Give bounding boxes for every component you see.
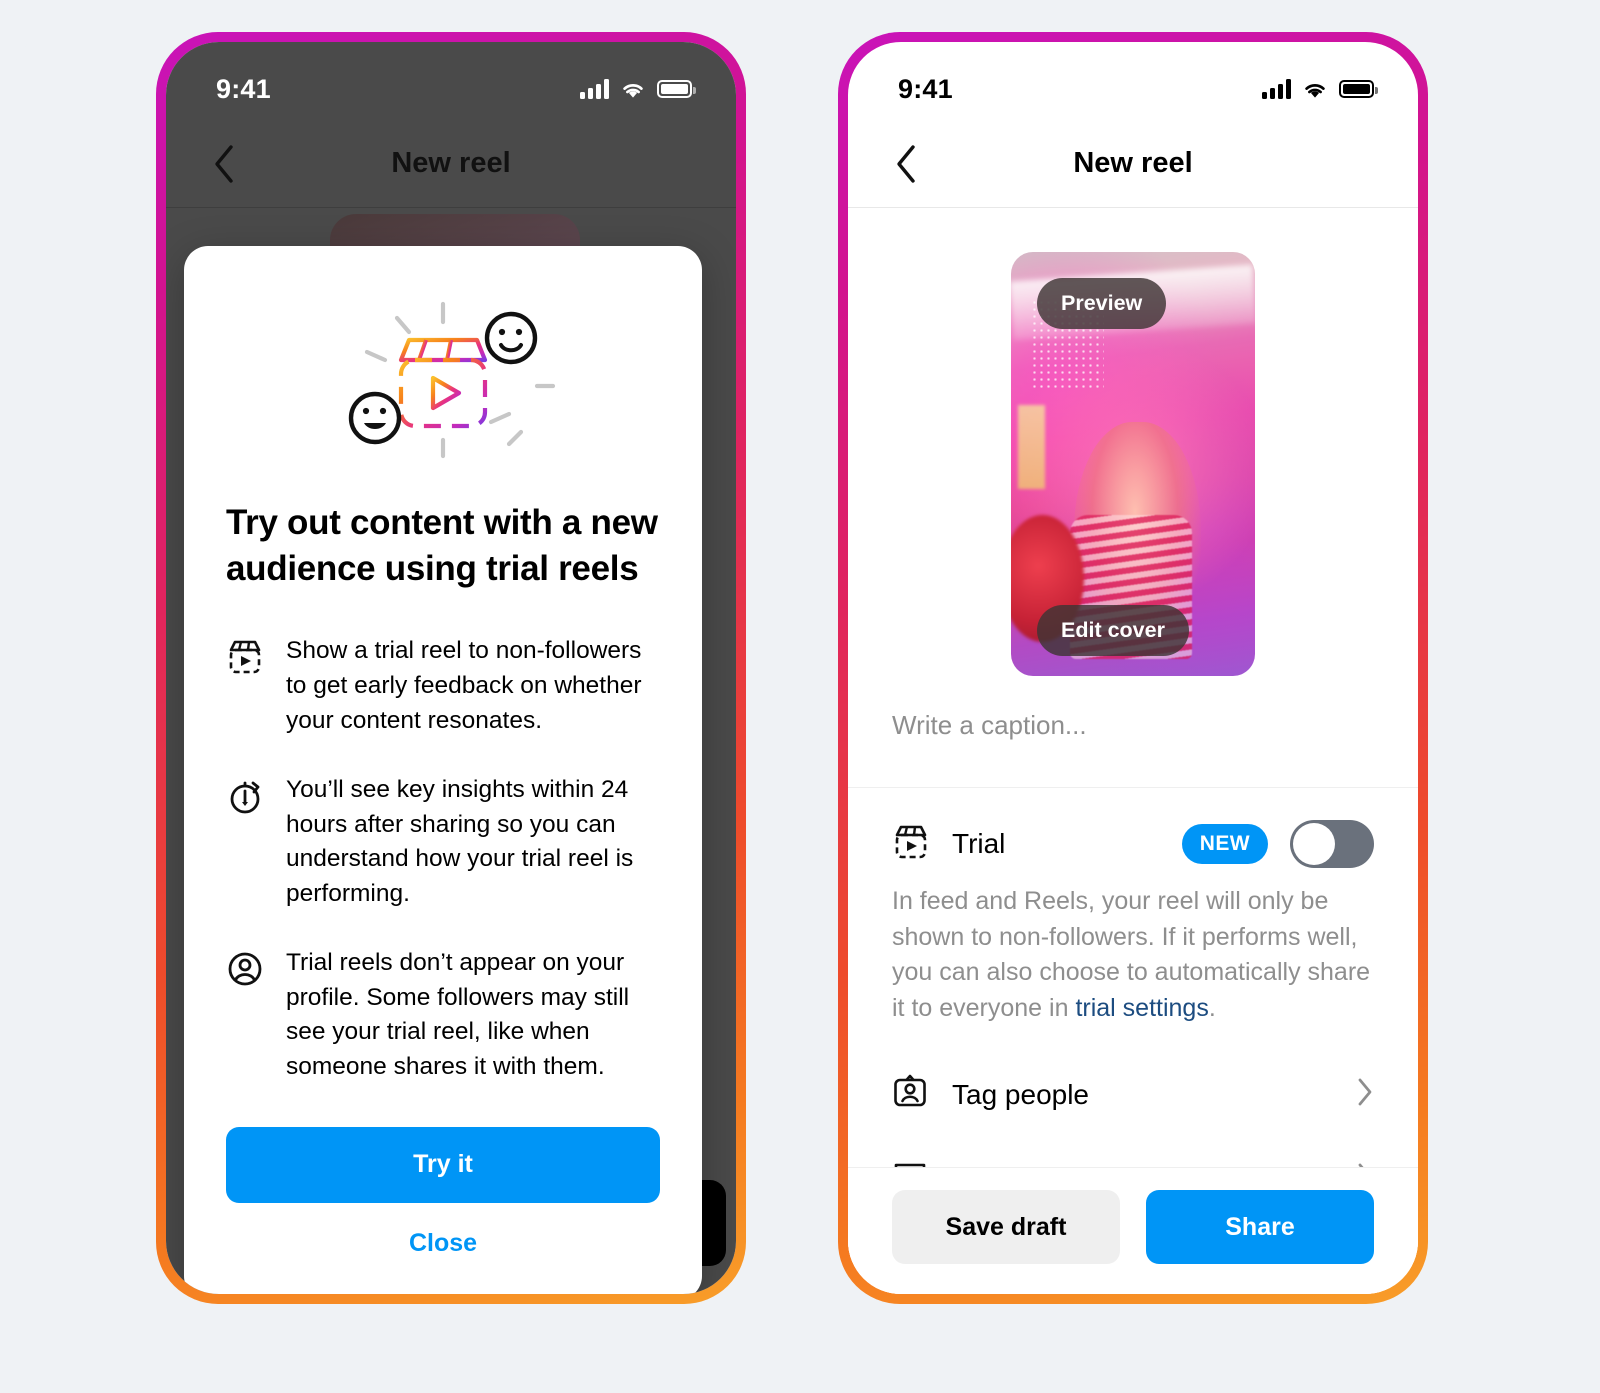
- nav-bar-left: New reel: [166, 120, 736, 208]
- status-icons: [1262, 79, 1378, 99]
- profile-circle-glyph: [228, 952, 262, 986]
- status-time: 9:41: [898, 73, 953, 104]
- status-time: 9:41: [216, 73, 271, 104]
- tag-people-icon: [892, 1074, 928, 1115]
- list-item-label: Tag people: [952, 1078, 1090, 1110]
- video-thumbnail-section: Preview Edit cover: [848, 208, 1418, 676]
- trial-reel-icon: [226, 634, 264, 681]
- battery-icon: [657, 80, 696, 98]
- status-bar-right: 9:41: [848, 42, 1418, 120]
- trial-reels-illustration: [226, 290, 660, 466]
- back-button[interactable]: [884, 142, 928, 186]
- signal-bars-icon: [580, 79, 609, 99]
- stopwatch-icon: [226, 773, 264, 820]
- video-thumbnail[interactable]: Preview Edit cover: [1011, 252, 1255, 676]
- trial-description: In feed and Reels, your reel will only b…: [848, 868, 1418, 1052]
- page-title: New reel: [391, 147, 511, 179]
- modal-bullet-item: You’ll see key insights within 24 hours …: [226, 773, 660, 912]
- edit-cover-button[interactable]: Edit cover: [1037, 605, 1189, 656]
- save-draft-button[interactable]: Save draft: [892, 1190, 1120, 1264]
- phone-mockup-left: 9:41 New reel Try out content with a new…: [156, 32, 746, 1304]
- bullet-text: Trial reels don’t appear on your profile…: [286, 948, 630, 1081]
- share-button[interactable]: Share: [1146, 1190, 1374, 1264]
- trial-label: Trial: [952, 828, 1006, 859]
- page-title: New reel: [1073, 147, 1193, 179]
- wifi-icon: [623, 83, 643, 98]
- bullet-text: Show a trial reel to non-followers to ge…: [286, 637, 642, 734]
- list-item-tag-people[interactable]: Tag people: [848, 1052, 1418, 1137]
- illustration-svg: [348, 301, 556, 459]
- trial-description-suffix: .: [1208, 993, 1216, 1022]
- signal-bars-icon: [1262, 79, 1291, 99]
- action-bar: Save draft Share: [848, 1167, 1418, 1294]
- chevron-left-icon: [897, 144, 915, 183]
- back-button[interactable]: [202, 142, 246, 186]
- caption-field[interactable]: Write a caption...: [848, 676, 1418, 788]
- thumbnail-yellow-sign: [1018, 404, 1046, 490]
- phone-mockup-right: 9:41 New reel Preview Edit cover Write a…: [838, 32, 1428, 1304]
- caption-placeholder: Write a caption...: [892, 710, 1087, 740]
- toggle-knob: [1293, 823, 1335, 865]
- trial-reel-glyph: [895, 825, 927, 858]
- trial-reel-glyph: [229, 641, 261, 674]
- trial-settings-link[interactable]: trial settings: [1075, 994, 1208, 1022]
- status-bar-left: 9:41: [166, 42, 736, 120]
- phone-screen-right: 9:41 New reel Preview Edit cover Write a…: [848, 42, 1418, 1294]
- nav-bar-right: New reel: [848, 120, 1418, 208]
- chevron-right-icon: [1356, 1077, 1374, 1112]
- battery-icon: [1339, 80, 1378, 98]
- trial-setting-row: Trial NEW: [848, 788, 1418, 868]
- status-icons: [580, 79, 696, 99]
- new-reel-form: Preview Edit cover Write a caption... Tr…: [848, 208, 1418, 1294]
- close-button[interactable]: Close: [226, 1203, 660, 1264]
- stopwatch-glyph: [230, 781, 260, 814]
- modal-bullet-item: Trial reels don’t appear on your profile…: [226, 946, 660, 1085]
- trial-reel-icon: [892, 823, 930, 866]
- tag-people-glyph: [894, 1074, 926, 1107]
- phone-screen-left: 9:41 New reel Try out content with a new…: [166, 42, 736, 1294]
- preview-button[interactable]: Preview: [1037, 278, 1167, 329]
- new-badge: NEW: [1181, 824, 1268, 864]
- profile-circle-icon: [226, 946, 264, 993]
- modal-title: Try out content with a new audience usin…: [226, 503, 658, 589]
- try-it-button[interactable]: Try it: [226, 1126, 660, 1203]
- wifi-icon: [1305, 83, 1325, 98]
- bullet-text: You’ll see key insights within 24 hours …: [286, 775, 634, 908]
- trial-reels-modal: Try out content with a new audience usin…: [184, 246, 702, 1294]
- modal-bullet-item: Show a trial reel to non-followers to ge…: [226, 634, 660, 738]
- trial-toggle[interactable]: [1290, 820, 1374, 868]
- chevron-left-icon: [215, 144, 233, 183]
